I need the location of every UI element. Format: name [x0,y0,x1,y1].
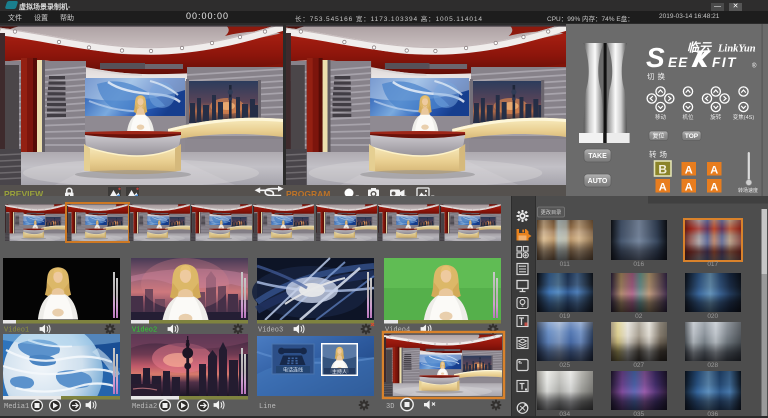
svg-text:转场速度: 转场速度 [738,187,758,194]
svg-text:切换: 切换 [647,71,668,81]
svg-text:LinkYun: LinkYun [717,44,756,55]
svg-text:机位: 机位 [682,113,694,121]
svg-text:A: A [659,182,667,194]
svg-text:Media1: Media1 [4,403,29,411]
svg-text:S: S [646,42,665,73]
svg-text:TAKE: TAKE [588,153,607,160]
svg-text:A: A [710,182,718,194]
svg-text:Video2: Video2 [132,327,157,335]
svg-text:转场: 转场 [649,149,670,159]
svg-text:旋转: 旋转 [710,113,722,121]
svg-text:电话连线: 电话连线 [283,367,303,374]
svg-text:B: B [658,163,667,177]
svg-text:复位: 复位 [652,132,664,140]
svg-text:FIT: FIT [712,55,737,70]
svg-text:A: A [685,182,693,194]
svg-text:®: ® [752,63,757,70]
svg-text:TOP: TOP [685,133,699,140]
svg-text:变焦(4S): 变焦(4S) [733,113,755,121]
svg-text:AUTO: AUTO [588,178,608,185]
svg-text:EE: EE [668,55,688,70]
svg-text:3D: 3D [386,403,394,411]
svg-text:Line: Line [259,403,276,411]
svg-text:A: A [710,165,718,177]
svg-text:A: A [685,165,693,177]
svg-text:Video3: Video3 [258,327,283,335]
svg-text:更改目录: 更改目录 [541,208,562,216]
svg-text:Video4: Video4 [385,327,410,335]
svg-text:Video1: Video1 [4,327,29,335]
svg-text:Media2: Media2 [132,403,157,411]
svg-text:主持人: 主持人 [332,369,347,376]
svg-text:移动: 移动 [655,113,667,121]
